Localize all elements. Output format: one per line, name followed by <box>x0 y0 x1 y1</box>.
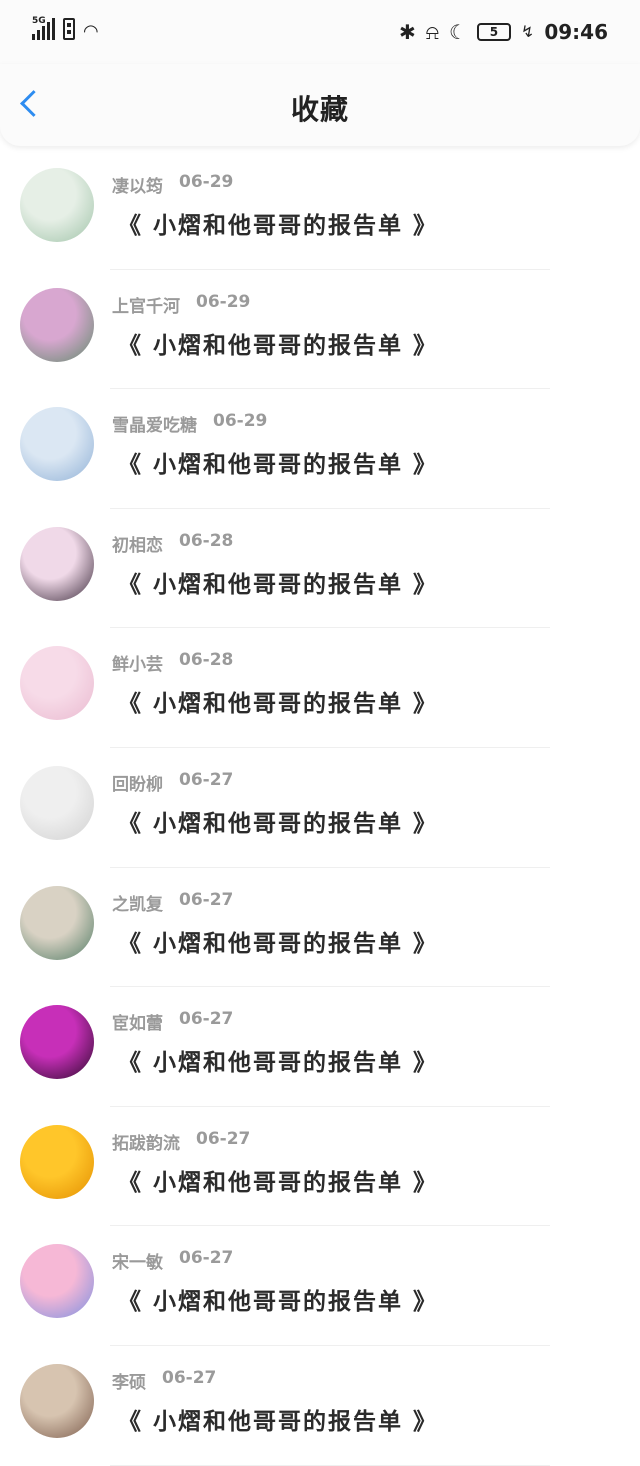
author-name[interactable]: 初相恋 <box>112 531 163 556</box>
page-title: 收藏 <box>290 93 349 126</box>
cellular-signal-icon: 5G <box>32 16 55 40</box>
clock: 09:46 <box>544 20 608 44</box>
post-title[interactable]: 《 小熠和他哥哥的报告单 》 <box>118 565 438 599</box>
post-date: 06-27 <box>179 889 234 910</box>
post-meta: 凄以筠 06-29 <box>112 172 233 197</box>
post-title[interactable]: 《 小熠和他哥哥的报告单 》 <box>118 684 438 718</box>
avatar[interactable] <box>20 1244 94 1319</box>
post-meta: 之凯复 06-27 <box>112 890 233 915</box>
post-date: 06-28 <box>179 650 234 671</box>
list-item[interactable]: 凄以筠 06-29 《 小熠和他哥哥的报告单 》 <box>0 150 640 270</box>
status-bar: 5G ◠ ✱ ⍾ ☾ 5 ↯ 09:46 <box>0 0 640 64</box>
author-name[interactable]: 凄以筠 <box>112 172 163 197</box>
post-meta: 回盼柳 06-27 <box>112 770 233 795</box>
post-meta: 初相恋 06-28 <box>112 531 233 556</box>
avatar[interactable] <box>20 1124 94 1199</box>
post-meta: 上官千河 06-29 <box>112 292 250 317</box>
avatar[interactable] <box>20 168 94 242</box>
divider <box>110 1464 550 1466</box>
post-meta: 拓跋韵流 06-27 <box>112 1129 250 1154</box>
list-item[interactable]: 鲜小芸 06-28 《 小熠和他哥哥的报告单 》 <box>0 628 640 748</box>
author-name[interactable]: 上官千河 <box>112 292 180 317</box>
post-meta: 雪晶爱吃糖 06-29 <box>112 411 267 436</box>
post-meta: 鲜小芸 06-28 <box>112 650 233 675</box>
post-date: 06-27 <box>179 769 234 790</box>
author-name[interactable]: 之凯复 <box>112 890 163 915</box>
post-title[interactable]: 《 小熠和他哥哥的报告单 》 <box>118 1043 438 1077</box>
avatar[interactable] <box>20 407 94 482</box>
list-item[interactable]: 上官千河 06-29 《 小熠和他哥哥的报告单 》 <box>0 270 640 390</box>
list-item[interactable]: 之凯复 06-27 《 小熠和他哥哥的报告单 》 <box>0 868 640 988</box>
list-item[interactable]: 宋一敏 06-27 《 小熠和他哥哥的报告单 》 <box>0 1226 640 1346</box>
author-name[interactable]: 雪晶爱吃糖 <box>112 411 197 436</box>
author-name[interactable]: 鲜小芸 <box>112 650 163 675</box>
post-date: 06-29 <box>196 291 251 312</box>
post-date: 06-29 <box>179 172 234 192</box>
author-name[interactable]: 李硕 <box>112 1368 146 1393</box>
post-date: 06-27 <box>162 1367 217 1388</box>
charging-icon: ↯ <box>520 22 535 41</box>
sim-card-icon <box>63 18 75 40</box>
list-item[interactable]: 雪晶爱吃糖 06-29 《 小熠和他哥哥的报告单 》 <box>0 389 640 509</box>
post-title[interactable]: 《 小熠和他哥哥的报告单 》 <box>118 1402 438 1436</box>
list-item[interactable]: 回盼柳 06-27 《 小熠和他哥哥的报告单 》 <box>0 748 640 868</box>
list-item[interactable]: 拓跋韵流 06-27 《 小熠和他哥哥的报告单 》 <box>0 1107 640 1227</box>
author-name[interactable]: 宦如蕾 <box>112 1009 163 1034</box>
battery-icon: 5 <box>476 23 511 41</box>
post-meta: 宦如蕾 06-27 <box>112 1009 233 1034</box>
author-name[interactable]: 回盼柳 <box>112 770 163 795</box>
list-item[interactable]: 初相恋 06-28 《 小熠和他哥哥的报告单 》 <box>0 509 640 629</box>
post-date: 06-29 <box>213 411 268 432</box>
post-title[interactable]: 《 小熠和他哥哥的报告单 》 <box>118 1163 438 1197</box>
post-title[interactable]: 《 小熠和他哥哥的报告单 》 <box>118 924 438 958</box>
avatar[interactable] <box>20 287 94 362</box>
mute-bell-icon: ⍾ <box>425 20 439 44</box>
post-date: 06-27 <box>179 1248 234 1269</box>
author-name[interactable]: 拓跋韵流 <box>112 1129 180 1154</box>
avatar[interactable] <box>20 646 94 721</box>
favorites-list: 凄以筠 06-29 《 小熠和他哥哥的报告单 》上官千河 06-29 《 小熠和他哥哥的… <box>0 150 640 1466</box>
avatar[interactable] <box>20 526 94 601</box>
network-type-label: 5G <box>32 16 46 26</box>
avatar[interactable] <box>20 765 94 840</box>
nav-bar: 收藏 <box>0 64 640 146</box>
post-title[interactable]: 《 小熠和他哥哥的报告单 》 <box>118 804 438 838</box>
list-item[interactable]: 宦如蕾 06-27 《 小熠和他哥哥的报告单 》 <box>0 987 640 1107</box>
post-title[interactable]: 《 小熠和他哥哥的报告单 》 <box>118 326 438 360</box>
wifi-icon: ◠ <box>83 21 99 42</box>
post-title[interactable]: 《 小熠和他哥哥的报告单 》 <box>118 1282 438 1316</box>
post-meta: 宋一敏 06-27 <box>112 1248 233 1273</box>
list-item[interactable]: 李硕 06-27 《 小熠和他哥哥的报告单 》 <box>0 1346 640 1466</box>
avatar[interactable] <box>20 1363 94 1438</box>
avatar[interactable] <box>20 1005 94 1080</box>
bluetooth-icon: ✱ <box>398 20 416 44</box>
post-title[interactable]: 《 小熠和他哥哥的报告单 》 <box>118 445 438 479</box>
post-date: 06-27 <box>196 1128 251 1149</box>
post-date: 06-28 <box>179 530 234 551</box>
avatar[interactable] <box>20 885 94 960</box>
author-name[interactable]: 宋一敏 <box>112 1248 163 1273</box>
post-date: 06-27 <box>179 1009 234 1030</box>
post-meta: 李硕 06-27 <box>112 1368 216 1393</box>
post-title[interactable]: 《 小熠和他哥哥的报告单 》 <box>118 206 438 240</box>
moon-icon: ☾ <box>448 20 467 44</box>
